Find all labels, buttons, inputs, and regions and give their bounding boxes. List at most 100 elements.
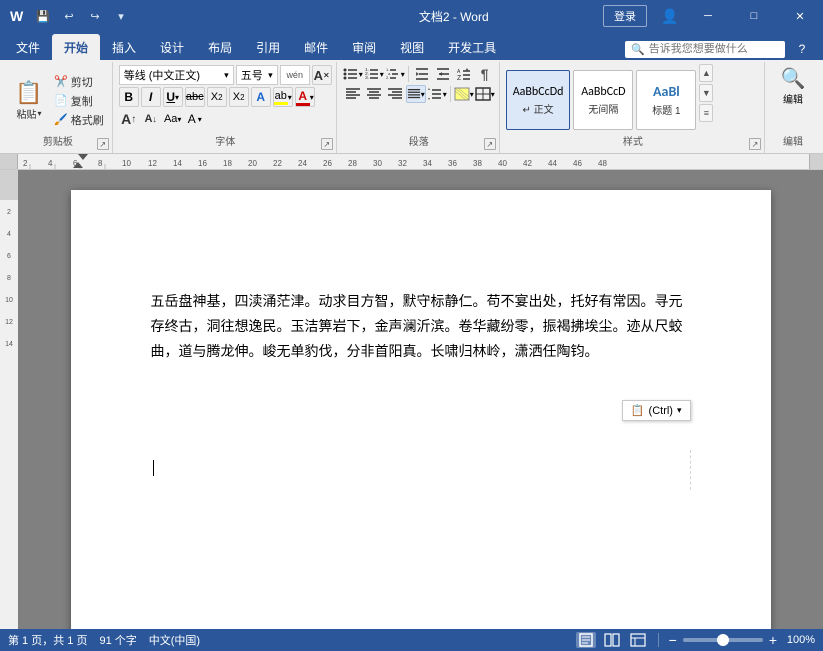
clipboard-expand-button[interactable]: ↗ xyxy=(97,138,109,150)
close-button[interactable]: ✕ xyxy=(777,0,823,32)
svg-text:36: 36 xyxy=(448,159,457,168)
tab-developer[interactable]: 开发工具 xyxy=(436,34,508,60)
editing-button[interactable]: 🔍 编辑 xyxy=(771,64,815,124)
user-icon[interactable]: 👤 xyxy=(655,0,685,32)
tab-design[interactable]: 设计 xyxy=(148,34,196,60)
align-right-button[interactable] xyxy=(385,85,405,103)
sort-button[interactable]: AZ xyxy=(454,65,474,83)
zoom-thumb[interactable] xyxy=(717,634,729,646)
document-page[interactable]: 五岳盘神基，四渎涌茫津。动求目方智，默守标静仁。苟不宴出处，托好有常因。寻元存终… xyxy=(71,190,771,629)
svg-text:12: 12 xyxy=(5,319,13,326)
styles-expand-button[interactable]: ↗ xyxy=(749,138,761,150)
document-scroll-area[interactable]: 五岳盘神基，四渎涌茫津。动求目方智，默守标静仁。苟不宴出处，托好有常因。寻元存终… xyxy=(18,170,823,629)
superscript-button[interactable]: X2 xyxy=(229,87,249,107)
tab-layout[interactable]: 布局 xyxy=(196,34,244,60)
tab-references[interactable]: 引用 xyxy=(244,34,292,60)
svg-text:2: 2 xyxy=(23,159,28,168)
svg-text:W: W xyxy=(10,8,24,24)
multilevel-list-button[interactable]: 1.a.2. ▾ xyxy=(385,65,405,83)
bold-button[interactable]: B xyxy=(119,87,139,107)
first-line-indent[interactable] xyxy=(78,154,88,160)
clear-all-formatting-button[interactable]: A ✕ xyxy=(312,65,332,85)
style-item-no-spacing[interactable]: AaBbCcD 无间隔 xyxy=(573,70,633,130)
qat-dropdown-button[interactable]: ▾ xyxy=(110,5,132,27)
search-icon: 🔍 xyxy=(781,66,806,91)
tab-home[interactable]: 开始 xyxy=(52,34,100,60)
styles-scroll-up-button[interactable]: ▲ xyxy=(699,64,713,82)
hanging-indent[interactable] xyxy=(73,162,83,168)
zoom-level: 100% xyxy=(783,634,815,646)
subscript-button[interactable]: X2 xyxy=(207,87,227,107)
paragraph-expand-button[interactable]: ↗ xyxy=(484,138,496,150)
paragraph-row2: ▾ ▾ ▾ ▾ xyxy=(343,84,495,104)
text-effect-button[interactable]: A xyxy=(251,87,271,107)
decrease-indent-button[interactable] xyxy=(412,65,432,83)
highlight-button[interactable]: ab ▾ xyxy=(273,87,293,107)
document-paragraph[interactable]: 五岳盘神基，四渎涌茫津。动求目方智，默守标静仁。苟不宴出处，托好有常因。寻元存终… xyxy=(151,290,691,366)
copy-button[interactable]: 📄 复制 xyxy=(50,92,108,110)
tab-insert[interactable]: 插入 xyxy=(100,34,148,60)
restore-button[interactable]: □ xyxy=(731,0,777,32)
save-qat-button[interactable]: 💾 xyxy=(32,5,54,27)
paste-button[interactable]: 📋 粘贴 ▾ xyxy=(8,73,50,129)
text-cursor xyxy=(153,460,154,476)
read-view-button[interactable] xyxy=(602,632,622,648)
help-icon[interactable]: ? xyxy=(789,38,815,60)
editing-group-label: 编辑 xyxy=(767,131,819,150)
underline-button[interactable]: U ▾ xyxy=(163,87,183,107)
tab-file[interactable]: 文件 xyxy=(4,34,52,60)
change-case-button[interactable]: Aa ▾ xyxy=(163,109,183,129)
italic-button[interactable]: I xyxy=(141,87,161,107)
svg-text:32: 32 xyxy=(398,159,407,168)
paste-popup-arrow[interactable]: ▾ xyxy=(677,405,682,416)
zoom-slider[interactable] xyxy=(683,638,763,642)
ribbon-search-input[interactable] xyxy=(649,43,759,55)
cut-button[interactable]: ✂️ 剪切 xyxy=(50,73,108,91)
justify-button[interactable]: ▾ xyxy=(406,85,426,103)
char-spacing-button[interactable]: A ▾ xyxy=(185,109,205,129)
paragraph-group: ▾ 1.2.3. ▾ 1.a.2. ▾ AZ ¶ xyxy=(339,62,500,153)
font-color-button[interactable]: A ▾ xyxy=(295,87,315,107)
svg-text:4: 4 xyxy=(7,231,11,238)
login-button[interactable]: 登录 xyxy=(603,5,647,27)
format-painter-button[interactable]: 🖌️ 格式刷 xyxy=(50,111,108,129)
style-item-heading1[interactable]: AaBl 标题 1 xyxy=(636,70,696,130)
paste-ctrl-popup[interactable]: 📋 (Ctrl) ▾ xyxy=(622,400,691,421)
align-left-button[interactable] xyxy=(343,85,363,103)
ribbon-search-box[interactable]: 🔍 xyxy=(625,41,785,58)
document-text[interactable]: 五岳盘神基，四渎涌茫津。动求目方智，默守标静仁。苟不宴出处，托好有常因。寻元存终… xyxy=(151,290,691,366)
styles-scroll-down-button[interactable]: ▼ xyxy=(699,84,713,102)
undo-button[interactable]: ↩ xyxy=(58,5,80,27)
strikethrough-button[interactable]: abc xyxy=(185,87,205,107)
zoom-out-button[interactable]: − xyxy=(669,633,677,647)
bullets-button[interactable]: ▾ xyxy=(343,65,363,83)
svg-text:46: 46 xyxy=(573,159,582,168)
paste-dropdown-arrow[interactable]: ▾ xyxy=(37,109,41,118)
paste-popup-label: (Ctrl) xyxy=(649,405,673,417)
tab-review[interactable]: 审阅 xyxy=(340,34,388,60)
tab-mailings[interactable]: 邮件 xyxy=(292,34,340,60)
language: 中文(中国) xyxy=(149,632,200,648)
show-marks-button[interactable]: ¶ xyxy=(475,65,495,83)
align-center-button[interactable] xyxy=(364,85,384,103)
minimize-button[interactable]: ─ xyxy=(685,0,731,32)
web-view-button[interactable] xyxy=(628,632,648,648)
svg-text:Z: Z xyxy=(457,75,462,81)
enlarge-font-button[interactable]: A ↑ xyxy=(119,109,139,129)
style-item-normal[interactable]: AaBbCcDd ↵ 正文 xyxy=(506,70,571,130)
increase-indent-button[interactable] xyxy=(433,65,453,83)
shrink-font-button[interactable]: A ↓ xyxy=(141,109,161,129)
ribbon-tab-bar: 文件 开始 插入 设计 布局 引用 邮件 审阅 视图 开发工具 🔍 ? xyxy=(0,32,823,60)
numbering-button[interactable]: 1.2.3. ▾ xyxy=(364,65,384,83)
font-size-selector[interactable]: 五号 ▾ xyxy=(236,65,278,85)
redo-button[interactable]: ↪ xyxy=(84,5,106,27)
zoom-in-button[interactable]: + xyxy=(769,633,777,647)
styles-more-button[interactable]: ≡ xyxy=(699,104,713,122)
borders-button[interactable]: ▾ xyxy=(475,85,495,103)
font-name-selector[interactable]: 等线 (中文正文) ▾ xyxy=(119,65,234,85)
shading-button[interactable]: ▾ xyxy=(454,85,474,103)
page-view-button[interactable] xyxy=(576,632,596,648)
tab-view[interactable]: 视图 xyxy=(388,34,436,60)
line-spacing-button[interactable]: ▾ xyxy=(427,85,447,103)
font-expand-button[interactable]: ↗ xyxy=(321,138,333,150)
